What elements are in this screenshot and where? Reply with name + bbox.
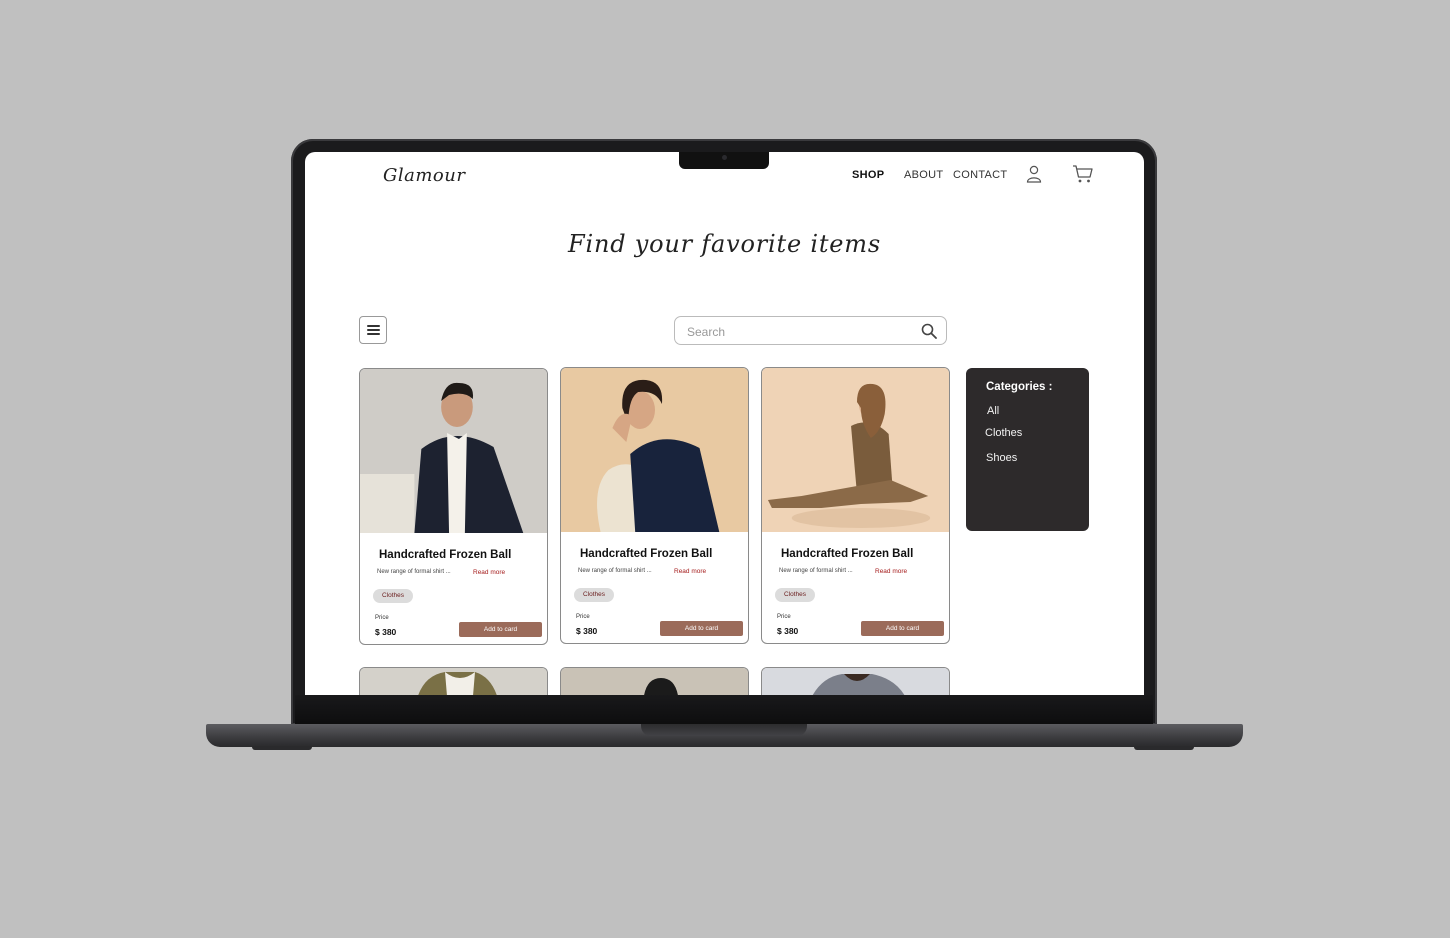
category-clothes[interactable]: Clothes (985, 427, 1022, 439)
product-description: New range of formal shirt ... (779, 568, 853, 574)
nav-about[interactable]: ABOUT (904, 169, 943, 181)
categories-panel: Categories : All Clothes Shoes (966, 368, 1089, 531)
category-all[interactable]: All (987, 405, 999, 417)
add-to-cart-button[interactable]: Add to card (861, 621, 944, 636)
add-to-cart-button[interactable]: Add to card (459, 622, 542, 637)
product-title: Handcrafted Frozen Ball (781, 548, 914, 560)
category-tag: Clothes (775, 588, 816, 602)
product-card[interactable]: Handcrafted Frozen Ball New range of for… (359, 368, 548, 645)
product-title: Handcrafted Frozen Ball (379, 549, 512, 561)
price-value: $ 380 (375, 627, 397, 637)
product-card[interactable] (560, 667, 749, 695)
product-title: Handcrafted Frozen Ball (580, 548, 713, 560)
price-value: $ 380 (777, 626, 799, 636)
product-description: New range of formal shirt ... (578, 568, 652, 574)
price-label: Price (375, 615, 389, 621)
price-value: $ 380 (576, 626, 598, 636)
user-icon[interactable] (1026, 165, 1042, 183)
laptop-foot (252, 746, 312, 750)
product-card[interactable]: Handcrafted Frozen Ball New range of for… (560, 367, 749, 644)
menu-button[interactable] (359, 316, 387, 344)
product-card[interactable] (359, 667, 548, 695)
read-more-link[interactable]: Read more (875, 568, 907, 575)
product-image[interactable] (561, 368, 748, 532)
read-more-link[interactable]: Read more (674, 568, 706, 575)
hamburger-icon (367, 333, 380, 335)
search-box[interactable] (674, 316, 947, 345)
read-more-link[interactable]: Read more (473, 569, 505, 576)
search-icon[interactable] (921, 323, 937, 339)
laptop-hinge-notch (641, 724, 807, 736)
product-image[interactable] (360, 369, 547, 533)
hamburger-icon (367, 325, 380, 327)
laptop-foot (1134, 746, 1194, 750)
nav-contact[interactable]: CONTACT (953, 169, 1007, 181)
nav-shop[interactable]: SHOP (852, 169, 884, 181)
product-image[interactable] (561, 668, 749, 695)
camera-icon (722, 155, 727, 160)
search-input[interactable] (685, 322, 909, 341)
product-image[interactable] (762, 668, 950, 695)
category-tag: Clothes (574, 588, 615, 602)
add-to-cart-button[interactable]: Add to card (660, 621, 743, 636)
price-label: Price (777, 614, 791, 620)
category-shoes[interactable]: Shoes (986, 452, 1017, 464)
laptop-bezel (295, 695, 1153, 725)
cart-icon[interactable] (1072, 164, 1094, 184)
categories-heading: Categories : (986, 381, 1053, 393)
product-image[interactable] (762, 368, 949, 532)
category-tag: Clothes (373, 589, 414, 603)
product-card[interactable] (761, 667, 950, 695)
page-title: Find your favorite items (568, 230, 881, 258)
hamburger-icon (367, 329, 380, 331)
laptop-screen: Glamour SHOP ABOUT CONTACT Find your fav… (305, 152, 1144, 695)
product-card[interactable]: Handcrafted Frozen Ball New range of for… (761, 367, 950, 644)
brand-logo[interactable]: Glamour (383, 165, 465, 186)
price-label: Price (576, 614, 590, 620)
camera-notch (679, 152, 769, 169)
product-image[interactable] (360, 668, 548, 695)
product-description: New range of formal shirt ... (377, 569, 451, 575)
